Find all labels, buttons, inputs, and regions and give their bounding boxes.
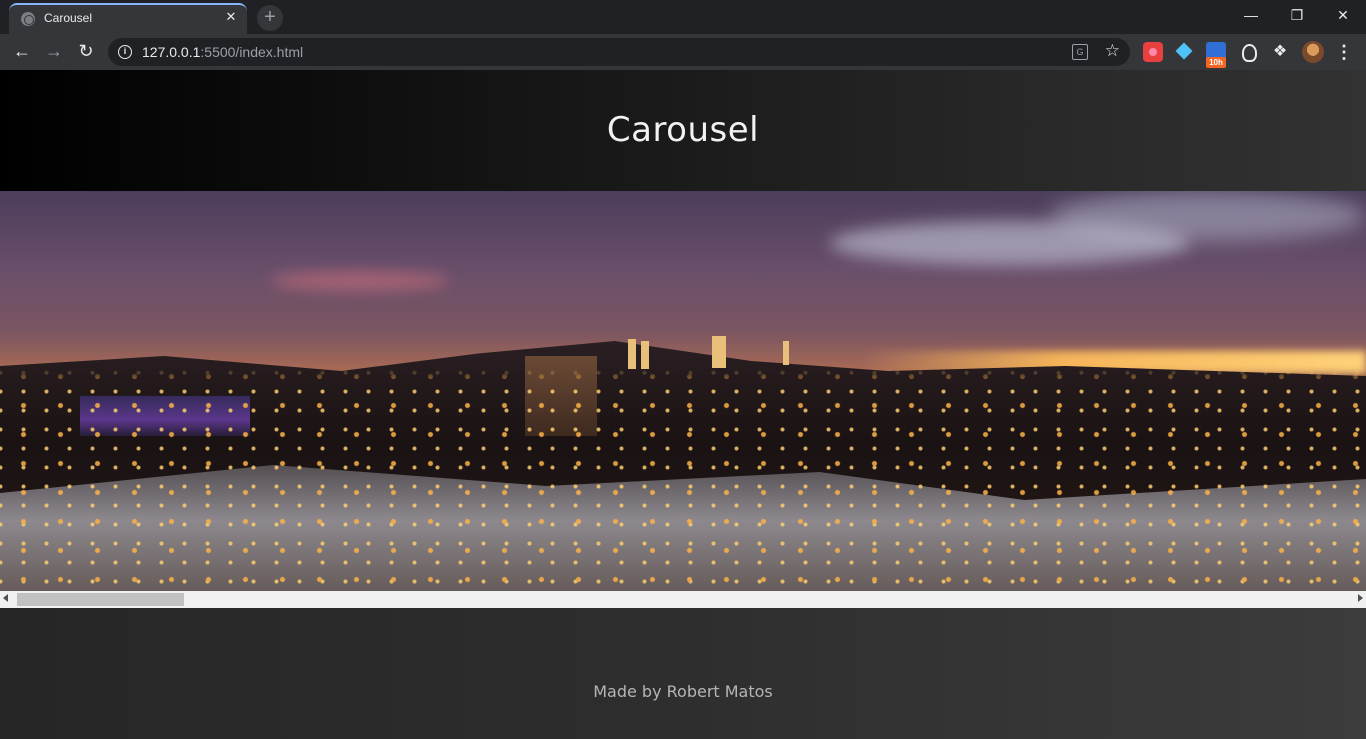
carousel-slide-image[interactable] <box>0 191 1366 591</box>
info-icon[interactable]: i <box>118 45 132 59</box>
extension-badge: 10h <box>1206 57 1226 68</box>
tab-close-icon[interactable]: ✕ <box>223 9 239 25</box>
extension-red-icon[interactable] <box>1143 42 1163 62</box>
page-header: Carousel <box>0 70 1366 191</box>
url-path: :5500/index.html <box>200 44 304 60</box>
globe-icon <box>21 12 35 26</box>
url-text[interactable]: 127.0.0.1:5500/index.html <box>142 44 303 60</box>
extensions-puzzle-icon[interactable]: ❖ <box>1270 42 1290 62</box>
extension-gem-icon[interactable] <box>1175 42 1195 62</box>
back-arrow-icon[interactable]: ← <box>8 37 36 65</box>
forward-arrow-icon[interactable]: → <box>40 37 68 65</box>
minimize-button[interactable]: — <box>1228 0 1274 30</box>
bookmark-star-icon[interactable]: ☆ <box>1105 41 1120 61</box>
url-host: 127.0.0.1 <box>142 44 201 60</box>
browser-toolbar: ← → ↻ i 127.0.0.1:5500/index.html G ☆ 10… <box>0 34 1366 70</box>
tab-strip: Carousel ✕ + — ❐ ✕ <box>0 0 1366 34</box>
scroll-left-arrow-icon[interactable] <box>3 594 8 602</box>
page-title: Carousel <box>606 110 760 150</box>
tab-title: Carousel <box>44 11 93 25</box>
town-lights <box>0 191 1366 591</box>
extension-bulb-icon[interactable] <box>1238 42 1258 62</box>
extension-calendar-icon[interactable]: 10h <box>1206 42 1226 68</box>
page-footer: Made by Robert Matos <box>0 608 1366 739</box>
kebab-menu-icon[interactable]: ⋮ <box>1334 38 1354 66</box>
restore-button[interactable]: ❐ <box>1274 0 1320 30</box>
tab-carousel[interactable]: Carousel ✕ <box>9 3 247 34</box>
scrollbar-thumb[interactable] <box>17 593 184 606</box>
reload-icon[interactable]: ↻ <box>72 37 100 65</box>
window-close-button[interactable]: ✕ <box>1320 0 1366 30</box>
footer-credit: Made by Robert Matos <box>593 682 773 701</box>
translate-icon[interactable]: G <box>1072 44 1088 60</box>
scroll-right-arrow-icon[interactable] <box>1358 594 1363 602</box>
horizontal-scrollbar[interactable] <box>0 591 1366 608</box>
page-viewport: Carousel Made by Robert Matos <box>0 70 1366 739</box>
address-bar[interactable]: i 127.0.0.1:5500/index.html G ☆ <box>108 38 1130 66</box>
new-tab-button[interactable]: + <box>257 5 283 31</box>
profile-avatar[interactable] <box>1302 41 1324 63</box>
